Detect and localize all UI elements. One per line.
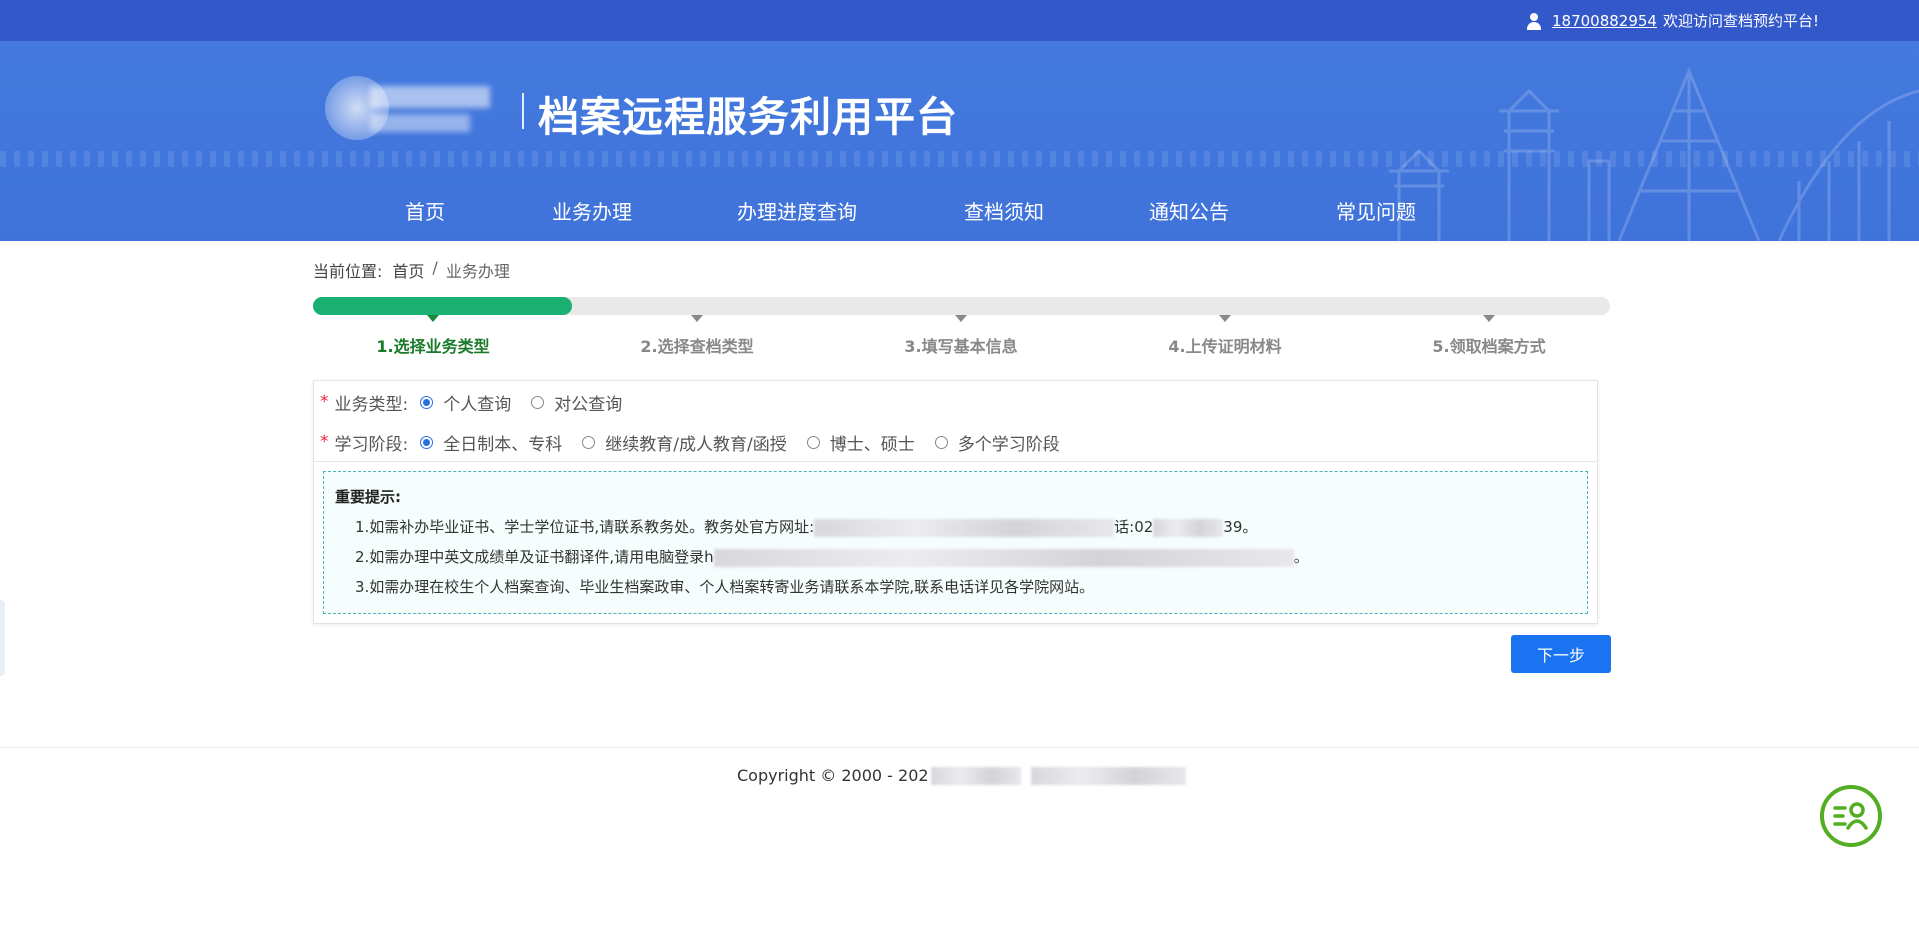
business-type-form: * 业务类型: 个人查询 对公查询 * 学习阶段: 全日制本、专科 继续教育/成… [313, 380, 1598, 624]
notice-line-2: 2.如需办理中英文成绩单及证书翻译件,请用电脑登录h 。 [355, 546, 1576, 567]
step-1-label: 1.选择业务类型 [376, 337, 490, 356]
notice-line-1: 1.如需补办毕业证书、学士学位证书,请联系教务处。教务处官方网址: 话:02 39。 [355, 516, 1576, 537]
step-1-marker-icon [427, 315, 439, 322]
user-icon [1525, 12, 1543, 30]
step-3-marker-icon [955, 315, 967, 322]
radio-label: 全日制本、专科 [443, 434, 563, 455]
required-mark: * [320, 432, 329, 452]
breadcrumb-separator: / [432, 258, 438, 277]
step-4-label: 4.上传证明材料 [1168, 337, 1282, 356]
main-nav: 首页 业务办理 办理进度查询 查档须知 通知公告 常见问题 [0, 184, 1919, 241]
nav-faq[interactable]: 常见问题 [1336, 184, 1416, 241]
breadcrumb-current: 业务办理 [445, 262, 510, 281]
redacted-url [814, 518, 1115, 537]
notice-line-2-end: 。 [1293, 548, 1309, 566]
notice-line-3: 3.如需办理在校生个人档案查询、毕业生档案政审、个人档案转寄业务请联系本学院,联… [355, 578, 1095, 596]
study-stage-label: 学习阶段: [334, 434, 409, 455]
user-phone-link[interactable]: 18700882954 [1552, 12, 1657, 30]
radio-personal-query[interactable]: 个人查询 [420, 390, 511, 415]
next-step-button[interactable]: 下一步 [1511, 635, 1611, 673]
study-stage-row: * 学习阶段: 全日制本、专科 继续教育/成人教育/函授 博士、硕士 多个学习阶… [314, 430, 1080, 455]
form-divider [314, 461, 1597, 462]
step-progress-fill [313, 297, 572, 315]
radio-corporate-query[interactable]: 对公查询 [531, 390, 622, 415]
nav-business[interactable]: 业务办理 [552, 184, 632, 241]
step-3-label: 3.填写基本信息 [904, 337, 1018, 356]
business-type-row: * 业务类型: 个人查询 对公查询 [314, 390, 642, 415]
business-type-label: 业务类型: [334, 394, 409, 415]
radio-doctor-master[interactable]: 博士、硕士 [806, 430, 915, 455]
nav-archive-notes[interactable]: 查档须知 [964, 184, 1044, 241]
redacted-org-name [1030, 766, 1186, 785]
redacted-year-org [930, 766, 1021, 785]
required-mark: * [320, 392, 329, 412]
nav-announcements[interactable]: 通知公告 [1149, 184, 1229, 241]
radio-unselected-icon [806, 435, 820, 449]
nav-home[interactable]: 首页 [405, 184, 445, 241]
step-2-label: 2.选择查档类型 [640, 337, 754, 356]
notice-line-2-text: 2.如需办理中英文成绩单及证书翻译件,请用电脑登录h [355, 548, 714, 566]
breadcrumb-home-link[interactable]: 首页 [392, 258, 424, 282]
logo-divider [522, 93, 524, 129]
welcome-text: 欢迎访问查档预约平台! [1662, 12, 1819, 30]
radio-label: 博士、硕士 [829, 434, 915, 455]
important-notice: 重要提示: 1.如需补办毕业证书、学士学位证书,请联系教务处。教务处官方网址: 话… [323, 471, 1588, 614]
copyright-text: Copyright © 2000 - 202 [737, 766, 929, 785]
breadcrumb: 当前位置: 首页 / 业务办理 [313, 258, 510, 282]
notice-line-1-phone-suffix: 39。 [1223, 518, 1258, 536]
redacted-contact-info [713, 548, 1294, 567]
radio-multiple-stages[interactable]: 多个学习阶段 [934, 430, 1060, 455]
notice-line-1-text: 1.如需补办毕业证书、学士学位证书,请联系教务处。教务处官方网址: [355, 518, 815, 536]
radio-label: 多个学习阶段 [957, 434, 1060, 455]
notice-title: 重要提示: [335, 488, 401, 506]
step-4-marker-icon [1219, 315, 1231, 322]
radio-selected-icon [420, 395, 434, 409]
radio-continuing-education[interactable]: 继续教育/成人教育/函授 [582, 430, 787, 455]
redacted-phone [1153, 518, 1224, 537]
customer-service-button[interactable] [1820, 785, 1882, 847]
radio-label: 个人查询 [443, 394, 512, 415]
breadcrumb-prefix: 当前位置: [313, 262, 383, 281]
radio-unselected-icon [531, 395, 545, 409]
radio-fulltime[interactable]: 全日制本、专科 [420, 430, 562, 455]
step-5-label: 5.领取档案方式 [1432, 337, 1546, 356]
radio-label: 继续教育/成人教育/函授 [605, 434, 787, 455]
side-tab[interactable] [0, 600, 5, 676]
site-title: 档案远程服务利用平台 [538, 93, 958, 141]
radio-unselected-icon [582, 435, 596, 449]
footer-copyright: Copyright © 2000 - 202 [737, 766, 1186, 785]
step-5-marker-icon [1483, 315, 1495, 322]
footer-divider [0, 747, 1919, 748]
nav-progress-query[interactable]: 办理进度查询 [737, 184, 857, 241]
user-info: 18700882954 欢迎访问查档预约平台! [1525, 0, 1819, 41]
university-logo [325, 76, 505, 146]
step-2-marker-icon [691, 315, 703, 322]
notice-line-1-phone-prefix: 话:02 [1114, 518, 1154, 536]
header-banner: 档案远程服务利用平台 首页 业务办理 办理进度查询 查档须知 通知公告 常见问题 [0, 41, 1919, 241]
radio-label: 对公查询 [554, 394, 623, 415]
radio-unselected-icon [934, 435, 948, 449]
radio-selected-icon [420, 435, 434, 449]
top-bar: 18700882954 欢迎访问查档预约平台! [0, 0, 1919, 41]
customer-service-icon [1833, 802, 1868, 830]
